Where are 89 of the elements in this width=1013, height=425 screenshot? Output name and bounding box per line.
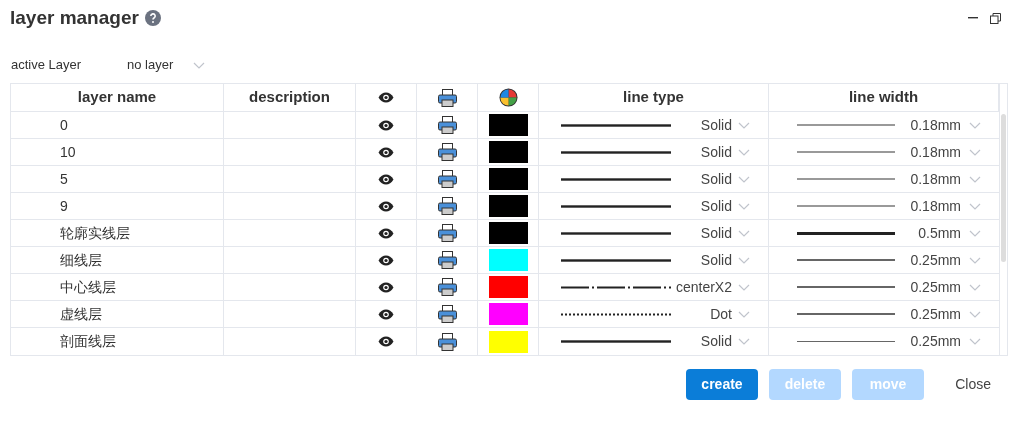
color-swatch[interactable]: [488, 141, 528, 163]
line-type-select[interactable]: Solid: [675, 331, 750, 352]
line-type-select[interactable]: Dot: [675, 303, 750, 325]
chevron-down-icon: [969, 148, 981, 156]
layer-name: 10: [60, 142, 76, 162]
column-header: layer name: [11, 84, 224, 111]
printer-icon[interactable]: [437, 332, 457, 351]
active-layer-label: active Layer: [11, 56, 83, 75]
line-type-select[interactable]: Solid: [675, 222, 750, 244]
printer-icon[interactable]: [437, 278, 457, 296]
help-icon[interactable]: [144, 10, 161, 26]
window-title: layer manager: [10, 5, 139, 30]
eye-icon[interactable]: [378, 308, 394, 320]
eye-icon[interactable]: [378, 254, 394, 266]
eye-icon[interactable]: [378, 281, 394, 293]
column-header: description: [224, 84, 356, 111]
line-width-select[interactable]: 0.25mm: [903, 249, 981, 271]
chevron-down-icon: [738, 310, 750, 318]
eye-icon[interactable]: [378, 119, 394, 131]
printer-icon[interactable]: [437, 116, 457, 134]
layer-name: 虚线层: [60, 304, 102, 324]
dialog-button[interactable]: Close: [935, 369, 991, 400]
chevron-down-icon: [969, 229, 981, 237]
printer-icon[interactable]: [437, 143, 457, 161]
eye-icon[interactable]: [378, 146, 394, 158]
line-width-select[interactable]: 0.25mm: [903, 303, 981, 325]
restore-icon[interactable]: [990, 12, 1001, 24]
minimize-icon[interactable]: [968, 17, 978, 19]
eye-icon[interactable]: [378, 336, 394, 347]
line-width-select[interactable]: 0.25mm: [903, 331, 981, 352]
chevron-down-icon: [969, 121, 981, 129]
line-width-select[interactable]: 0.18mm: [903, 195, 981, 217]
printer-icon[interactable]: [437, 170, 457, 188]
color-swatch[interactable]: [488, 195, 528, 217]
chevron-down-icon: [969, 202, 981, 210]
printer-icon[interactable]: [437, 224, 457, 242]
chevron-down-icon: [738, 256, 750, 264]
eye-icon[interactable]: [378, 173, 394, 185]
eye-icon[interactable]: [378, 200, 394, 212]
layer-name: 细线层: [60, 250, 102, 270]
layer-name: 9: [60, 196, 68, 216]
chevron-down-icon: [969, 175, 981, 183]
eye-icon[interactable]: [378, 92, 394, 103]
chevron-down-icon: [969, 283, 981, 291]
chevron-down-icon: [969, 256, 981, 264]
chevron-down-icon: [738, 283, 750, 291]
color-swatch[interactable]: [488, 222, 528, 244]
line-width-select[interactable]: 0.18mm: [903, 168, 981, 190]
column-header: line width: [769, 84, 999, 111]
line-type-select[interactable]: Solid: [675, 168, 750, 190]
color-swatch[interactable]: [488, 276, 528, 298]
column-header: line type: [539, 84, 769, 111]
line-type-select[interactable]: Solid: [675, 195, 750, 217]
color-swatch[interactable]: [488, 114, 528, 136]
color-swatch[interactable]: [488, 330, 528, 353]
line-type-select[interactable]: Solid: [675, 141, 750, 163]
chevron-down-icon: [738, 175, 750, 183]
chevron-down-icon: [193, 61, 206, 69]
line-width-select[interactable]: 0.18mm: [903, 141, 981, 163]
layer-name: 5: [60, 169, 68, 189]
color-wheel-icon: [498, 88, 518, 107]
chevron-down-icon: [969, 338, 981, 345]
active-layer-select[interactable]: no layer: [127, 55, 206, 75]
line-width-select[interactable]: 0.5mm: [903, 222, 981, 244]
printer-icon[interactable]: [437, 251, 457, 269]
printer-icon[interactable]: [437, 88, 457, 107]
layer-name: 0: [60, 115, 68, 135]
color-swatch[interactable]: [488, 303, 528, 325]
printer-icon[interactable]: [437, 197, 457, 215]
printer-icon[interactable]: [437, 305, 457, 323]
layer-name: 轮廓实线层: [60, 223, 130, 243]
line-type-select[interactable]: Solid: [675, 114, 750, 136]
line-width-select[interactable]: 0.18mm: [903, 114, 981, 136]
chevron-down-icon: [738, 121, 750, 129]
layer-name: 剖面线层: [60, 332, 116, 351]
color-swatch[interactable]: [488, 249, 528, 271]
eye-icon[interactable]: [378, 227, 394, 239]
line-type-select[interactable]: Solid: [675, 249, 750, 271]
chevron-down-icon: [738, 202, 750, 210]
chevron-down-icon: [969, 310, 981, 318]
line-width-select[interactable]: 0.25mm: [903, 276, 981, 298]
scrollbar[interactable]: [1001, 114, 1006, 262]
line-type-select[interactable]: centerX2: [675, 276, 750, 298]
chevron-down-icon: [738, 229, 750, 237]
layer-name: 中心线层: [60, 277, 116, 297]
dialog-button[interactable]: create: [686, 369, 758, 400]
color-swatch[interactable]: [488, 168, 528, 190]
chevron-down-icon: [738, 338, 750, 345]
chevron-down-icon: [738, 148, 750, 156]
